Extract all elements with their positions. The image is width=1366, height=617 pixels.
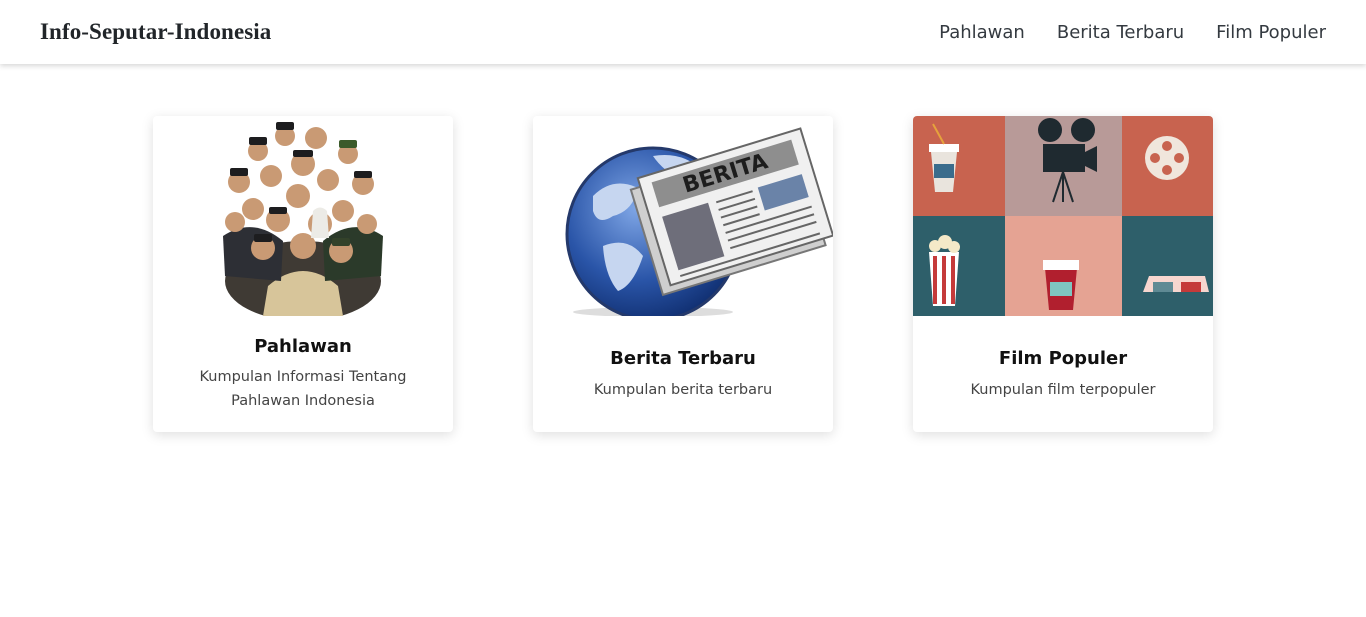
film-icons-grid-image [913, 116, 1213, 316]
brand-link[interactable]: Info-Seputar-Indonesia [40, 19, 271, 45]
newspaper-globe-image: BERITA [565, 127, 833, 316]
card-berita-terbaru[interactable]: BERITA Berita Terbaru Kumpulan berita te… [533, 116, 833, 432]
card-text: Kumpulan Informasi Tentang Pahlawan Indo… [199, 369, 407, 409]
card-text: Kumpulan berita terbaru [593, 382, 773, 398]
nav-links: Pahlawan Berita Terbaru Film Populer [939, 22, 1326, 43]
card-pahlawan[interactable]: Pahlawan Kumpulan Informasi Tentang Pahl… [153, 116, 453, 432]
nav-link-berita-terbaru[interactable]: Berita Terbaru [1057, 22, 1184, 43]
card-title: Berita Terbaru [610, 348, 756, 369]
card-title: Film Populer [998, 348, 1128, 369]
heroes-collage-image [223, 122, 383, 316]
card-text: Kumpulan film terpopuler [970, 382, 1156, 398]
top-navbar: Info-Seputar-Indonesia Pahlawan Berita T… [0, 0, 1366, 64]
nav-link-pahlawan[interactable]: Pahlawan [939, 22, 1025, 43]
nav-link-film-populer[interactable]: Film Populer [1216, 22, 1326, 43]
card-film-populer[interactable]: Film Populer Kumpulan film terpopuler [913, 116, 1213, 432]
card-title: Pahlawan [254, 336, 352, 357]
